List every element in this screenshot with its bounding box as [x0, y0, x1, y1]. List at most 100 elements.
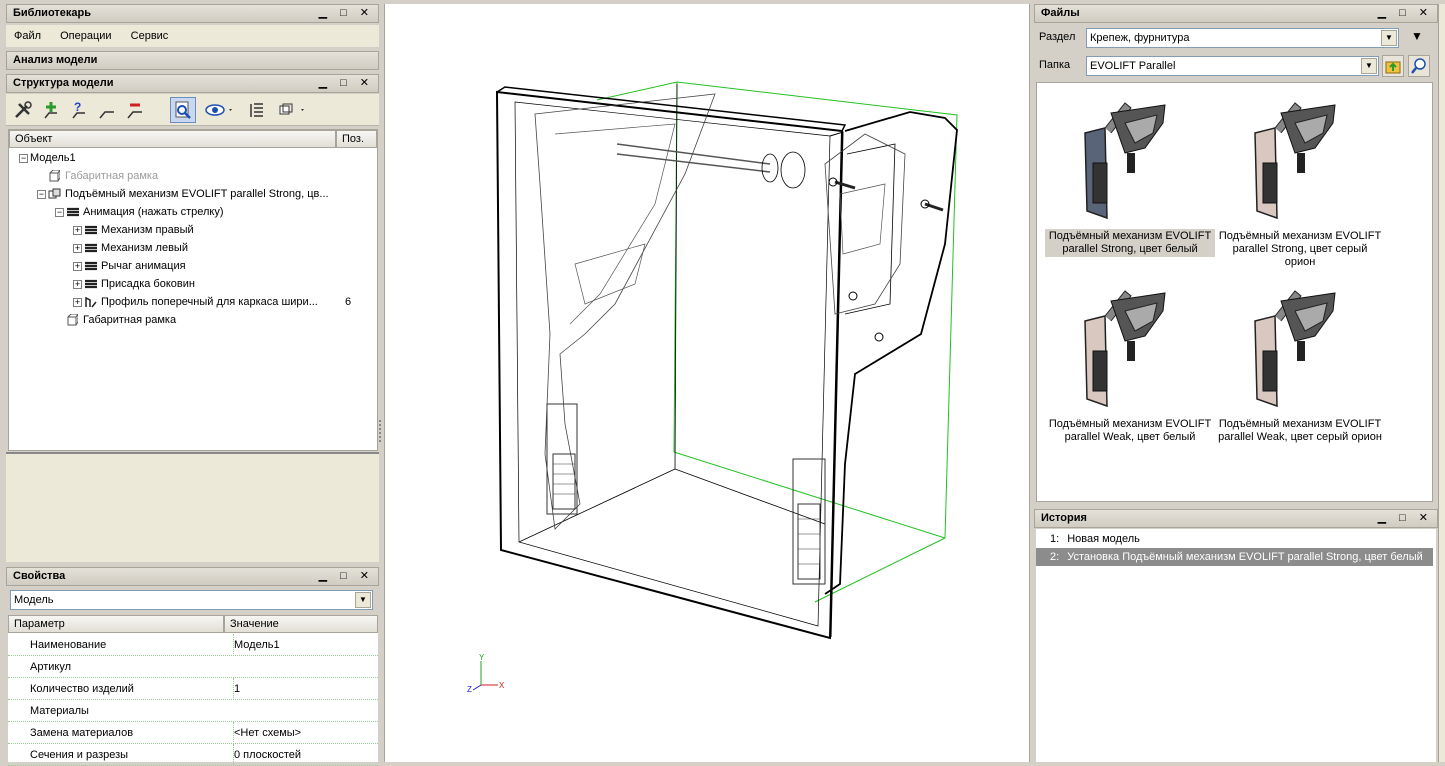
tree-item[interactable]: − Подъёмный механизм EVOLIFT parallel Str…	[37, 185, 339, 203]
stack-icon	[84, 278, 98, 290]
menu-file[interactable]: Файл	[6, 30, 49, 42]
folder-select[interactable]: EVOLIFT Parallel ▼	[1086, 56, 1379, 76]
list-icon[interactable]	[244, 97, 270, 123]
chevron-down-icon[interactable]: ▼	[1381, 30, 1397, 46]
tree-item-label: Габаритная рамка	[83, 314, 177, 326]
tree-item-label: Модель1	[30, 152, 76, 164]
property-row[interactable]: Наименование Модель1	[8, 634, 378, 656]
lift-mechanism-thumbnail	[1254, 290, 1336, 408]
property-row[interactable]: Количество изделий 1	[8, 678, 378, 700]
collapse-icon[interactable]: −	[37, 189, 46, 199]
tree-item[interactable]: Габаритная рамка	[37, 167, 339, 185]
panel-controls[interactable]: ▁ □ ✕	[1378, 510, 1433, 527]
property-value[interactable]: Модель1	[233, 634, 280, 656]
structure-panel-title: Структура модели ▁ □ ✕	[6, 74, 379, 93]
folder-up-icon[interactable]	[1382, 55, 1404, 77]
file-item[interactable]: Подъёмный механизм EVOLIFT parallel Weak,…	[1215, 281, 1385, 445]
file-item[interactable]: Подъёмный механизм EVOLIFT parallel Weak,…	[1045, 281, 1215, 445]
link-icon[interactable]	[94, 97, 120, 123]
expand-icon[interactable]: +	[73, 279, 82, 289]
menu-service[interactable]: Сервис	[123, 30, 177, 42]
property-row[interactable]: Артикул	[8, 656, 378, 678]
add-icon[interactable]	[38, 97, 64, 123]
search-icon[interactable]	[1408, 55, 1430, 77]
menu-operations[interactable]: Операции	[52, 30, 119, 42]
remove-icon[interactable]	[122, 97, 148, 123]
col-pos[interactable]: Поз.	[336, 130, 377, 148]
expand-icon[interactable]: +	[73, 261, 82, 271]
expand-icon[interactable]: +	[73, 243, 82, 253]
history-row[interactable]: 2: Установка Подъёмный механизм EVOLIFT p…	[1036, 548, 1433, 566]
properties-object-select[interactable]: Модель ▼	[10, 590, 373, 610]
tree-item-label: Рычаг анимация	[101, 260, 186, 272]
property-value[interactable]: 0 плоскостей	[233, 744, 301, 766]
axis-z-label: Z	[467, 685, 472, 694]
library-panel-title: Библиотекарь ▁ □ ✕	[6, 4, 379, 23]
property-value[interactable]: <Нет схемы>	[233, 722, 301, 744]
svg-text:?: ?	[74, 100, 81, 114]
property-name: Наименование	[30, 639, 107, 651]
tree-item-pos: 6	[345, 296, 352, 308]
history-row[interactable]: 1: Новая модель	[1036, 530, 1433, 548]
filter-dropdown-icon[interactable]: ▼	[1411, 29, 1423, 43]
cabinet-outline	[495, 83, 958, 640]
axis-x-label: X	[499, 681, 505, 690]
tree-item[interactable]: + Механизм правый	[73, 221, 339, 239]
library-title: Библиотекарь	[13, 7, 91, 19]
section-select[interactable]: Крепеж, фурнитура ▼	[1086, 28, 1399, 48]
expand-icon[interactable]: +	[73, 297, 82, 307]
3d-viewport[interactable]: Y X Z	[384, 4, 1030, 762]
tree-item-label: Анимация (нажать стрелку)	[83, 206, 224, 218]
tree-item[interactable]: + Рычаг анимация	[73, 257, 339, 275]
history-action: Новая модель	[1067, 533, 1140, 545]
tree-item[interactable]: + Механизм левый	[73, 239, 339, 257]
file-item-variant: parallel Weak, цвет белый	[1064, 431, 1196, 443]
col-value[interactable]: Значение	[224, 615, 378, 633]
tree-item-label: Подъёмный механизм EVOLIFT parallel Stro…	[65, 188, 329, 200]
analysis-panel-title[interactable]: Анализ модели	[6, 51, 379, 70]
expand-icon[interactable]: +	[73, 225, 82, 235]
collapse-icon[interactable]: −	[19, 153, 28, 163]
axis-indicator	[472, 661, 498, 691]
eye-icon[interactable]	[202, 97, 236, 123]
tree-item[interactable]: − Анимация (нажать стрелку)	[55, 203, 339, 221]
property-value[interactable]: 1	[233, 678, 240, 700]
property-name: Сечения и разрезы	[30, 749, 129, 761]
col-param[interactable]: Параметр	[8, 615, 224, 633]
tree-item[interactable]: + Присадка боковин	[73, 275, 339, 293]
property-row[interactable]: Сечения и разрезы 0 плоскостей	[8, 744, 378, 766]
collapse-icon[interactable]: −	[55, 207, 64, 217]
file-item[interactable]: Подъёмный механизм EVOLIFT parallel Stron…	[1215, 93, 1385, 270]
property-row[interactable]: Замена материалов <Нет схемы>	[8, 722, 378, 744]
zoom-icon[interactable]	[170, 97, 196, 123]
panel-controls[interactable]: ▁ □ ✕	[1378, 5, 1433, 22]
col-object[interactable]: Объект	[9, 130, 336, 148]
file-item[interactable]: Подъёмный механизм EVOLIFT parallel Stron…	[1045, 93, 1215, 257]
splitter-handle[interactable]	[379, 420, 383, 442]
frame-icon	[48, 169, 62, 182]
model-drawing: Y X Z	[467, 81, 958, 694]
stack-icon	[84, 224, 98, 236]
tree-item-label: Механизм левый	[101, 242, 188, 254]
file-item-variant: parallel Strong, цвет белый	[1062, 243, 1198, 255]
panel-controls[interactable]: ▁ □ ✕	[319, 568, 374, 585]
tree-item[interactable]: − Модель1	[19, 149, 339, 167]
tree-item[interactable]: Габаритная рамка	[55, 311, 339, 329]
folder-select-value: EVOLIFT Parallel	[1090, 60, 1176, 72]
property-row[interactable]: Материалы	[8, 700, 378, 722]
tree-item[interactable]: + Профиль поперечный для каркаса шири...	[73, 293, 339, 311]
section-label: Раздел	[1039, 31, 1076, 43]
tools-icon[interactable]	[10, 97, 36, 123]
history-action: Установка Подъёмный механизм EVOLIFT par…	[1067, 551, 1423, 563]
file-item-name: Подъёмный механизм EVOLIFT	[1218, 230, 1382, 242]
property-name: Замена материалов	[30, 727, 134, 739]
chevron-down-icon[interactable]: ▼	[1361, 58, 1377, 74]
panel-controls[interactable]: ▁ □ ✕	[319, 5, 374, 22]
history-index: 1:	[1050, 533, 1060, 545]
structure-bottom-area	[6, 452, 379, 562]
assembly-icon	[48, 188, 62, 200]
panel-controls[interactable]: ▁ □ ✕	[319, 75, 374, 92]
help-icon[interactable]: ?	[66, 97, 92, 123]
layers-icon[interactable]	[274, 97, 308, 123]
chevron-down-icon[interactable]: ▼	[355, 592, 371, 608]
